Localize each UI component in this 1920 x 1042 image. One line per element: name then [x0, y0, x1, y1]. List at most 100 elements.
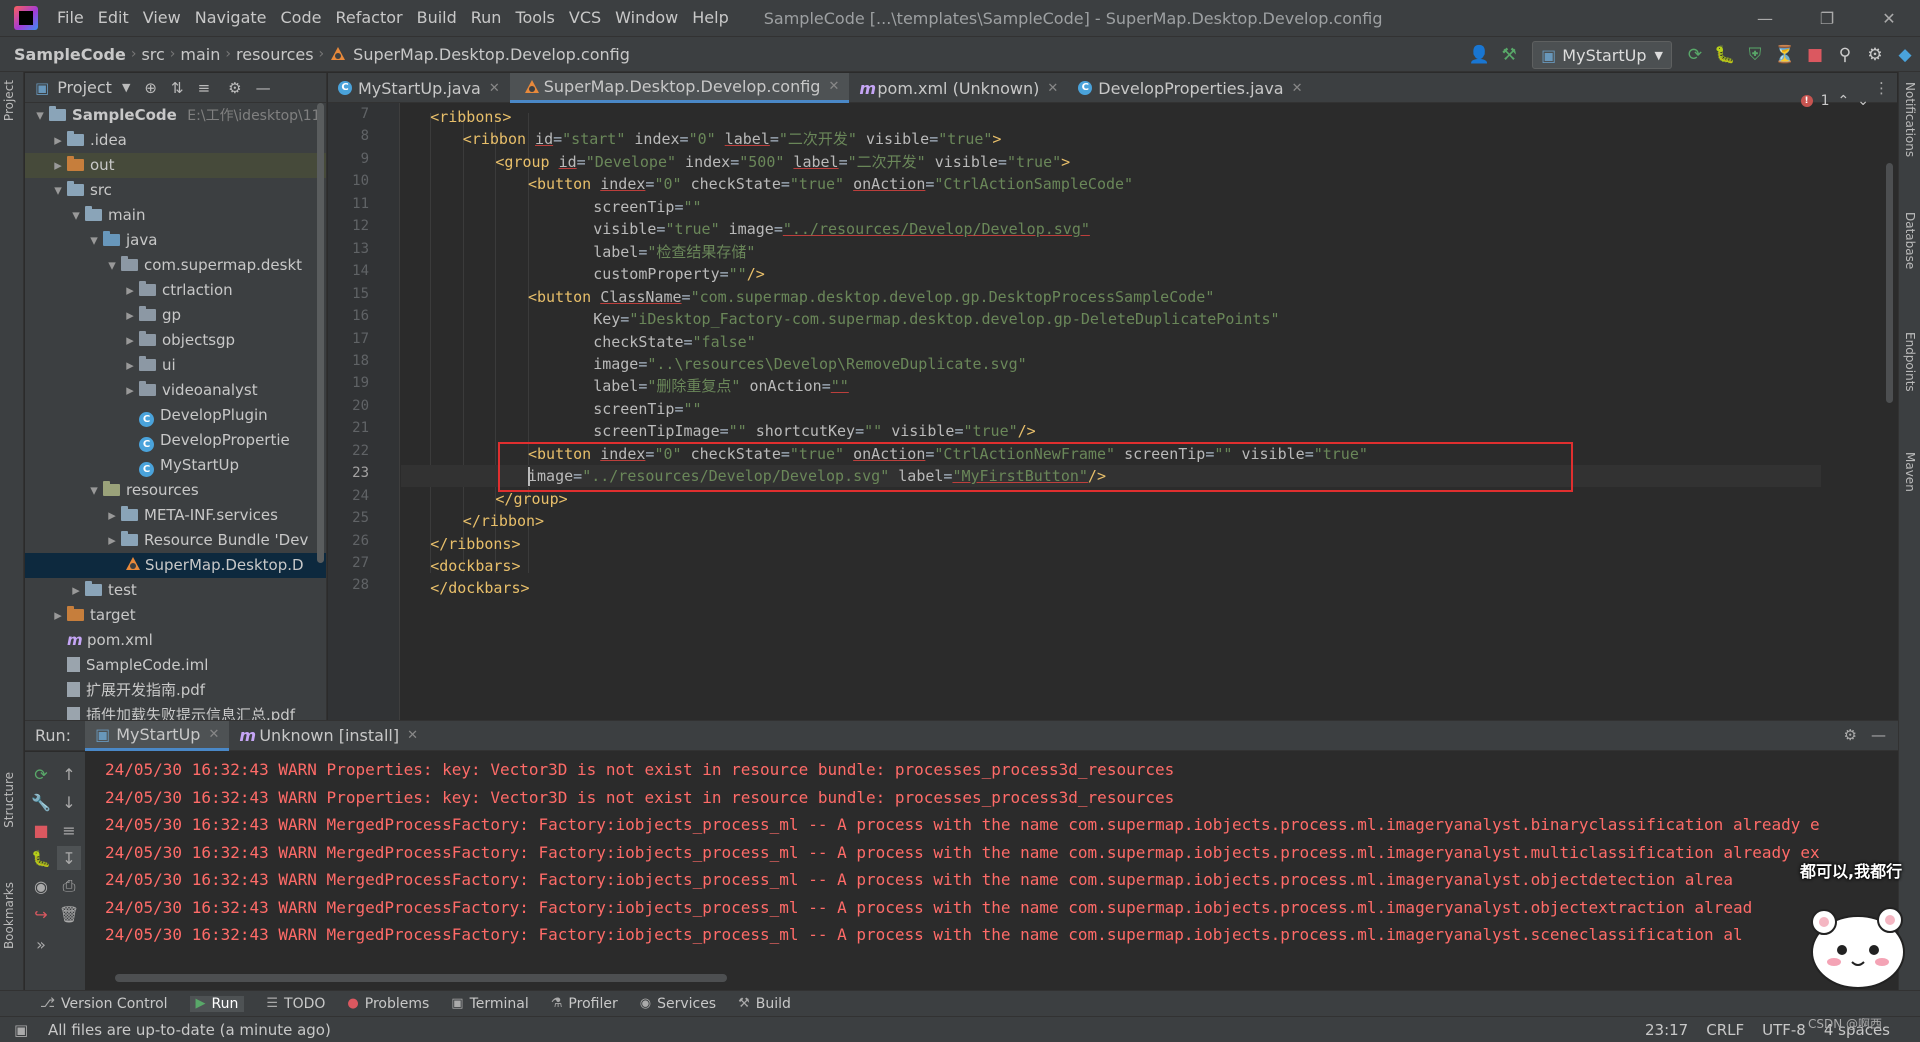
tree-item[interactable]: ▾ com.supermap.deskt — [25, 253, 326, 278]
side-tab-maven[interactable]: Maven — [1903, 452, 1917, 492]
chevron-right-icon[interactable]: ▸ — [121, 278, 139, 303]
tree-item[interactable]: m pom.xml — [25, 628, 326, 653]
chevron-right-icon[interactable]: ▸ — [103, 503, 121, 528]
side-tab-endpoints[interactable]: Endpoints — [1903, 332, 1917, 392]
tree-item[interactable]: C MyStartUp — [25, 453, 326, 478]
editor-tab[interactable]: C MyStartUp.java ✕ — [328, 73, 510, 103]
close-tab-icon[interactable]: ✕ — [828, 79, 839, 94]
run-config-select[interactable]: ▣ MyStartUp ▼ — [1532, 41, 1672, 69]
locate-icon[interactable]: ⊕ — [144, 79, 157, 97]
menu-help[interactable]: Help — [685, 0, 735, 36]
stop-icon[interactable]: ■ — [29, 818, 53, 842]
chevron-down-icon[interactable]: ▼ — [122, 81, 130, 94]
breadcrumb-item[interactable]: src — [138, 45, 167, 64]
close-tab-icon[interactable]: ✕ — [208, 727, 219, 742]
stop-icon[interactable]: ■ — [1800, 40, 1830, 70]
chevron-down-icon[interactable]: ▾ — [85, 478, 103, 503]
menu-run[interactable]: Run — [464, 0, 509, 36]
tree-item[interactable]: ▸ Resource Bundle 'Dev — [25, 528, 326, 553]
user-icon[interactable]: 👤 — [1464, 40, 1494, 70]
bottom-tab-profiler[interactable]: ⚗ Profiler — [551, 996, 618, 1012]
hide-icon[interactable]: — — [1871, 726, 1886, 744]
tree-item[interactable]: 插件加载失败提示信息汇总.pdf — [25, 703, 326, 720]
tree-item[interactable]: ▸ out — [25, 153, 326, 178]
more-tabs-icon[interactable]: ⋮ — [1874, 79, 1889, 97]
tree-item[interactable]: ▸ gp — [25, 303, 326, 328]
menu-view[interactable]: View — [136, 0, 188, 36]
menu-refactor[interactable]: Refactor — [328, 0, 409, 36]
code-editor[interactable]: <ribbons> <ribbon id="start" index="0" la… — [401, 103, 1821, 720]
caret-position[interactable]: 23:17 — [1645, 1021, 1688, 1039]
chevron-right-icon[interactable]: ▸ — [121, 378, 139, 403]
bottom-tab-services[interactable]: ◉ Services — [640, 996, 716, 1012]
tree-item[interactable]: ▾ java — [25, 228, 326, 253]
tree-item[interactable]: ▾ src — [25, 178, 326, 203]
breadcrumb-item[interactable]: SampleCode — [0, 45, 129, 64]
tree-scrollbar[interactable] — [317, 103, 324, 563]
side-tab-structure[interactable]: Structure — [2, 772, 16, 828]
chevron-down-icon[interactable]: ▾ — [67, 203, 85, 228]
collapse-all-icon[interactable]: ≡ — [198, 79, 211, 97]
tree-item[interactable]: ▸ objectsgp — [25, 328, 326, 353]
tree-item[interactable]: ▸ target — [25, 603, 326, 628]
trash-icon[interactable]: 🗑 — [57, 902, 81, 926]
tree-item[interactable]: C DevelopPropertie — [25, 428, 326, 453]
close-icon[interactable]: ✕ — [1858, 0, 1920, 36]
tree-item[interactable]: SampleCode.iml — [25, 653, 326, 678]
tree-item[interactable]: 扩展开发指南.pdf — [25, 678, 326, 703]
run-tab[interactable]: ▣ MyStartUp ✕ — [85, 720, 230, 751]
chevron-right-icon[interactable]: ▸ — [67, 578, 85, 603]
tree-item[interactable]: ▸ ctrlaction — [25, 278, 326, 303]
side-tab-bookmarks[interactable]: Bookmarks — [2, 882, 16, 949]
menu-vcs[interactable]: VCS — [562, 0, 608, 36]
chevron-down-icon[interactable]: ▾ — [49, 178, 67, 203]
expand-all-icon[interactable]: ⇅ — [171, 79, 184, 97]
chevron-down-icon[interactable]: ▾ — [103, 253, 121, 278]
side-tab-notifications[interactable]: Notifications — [1903, 82, 1917, 157]
menu-code[interactable]: Code — [274, 0, 329, 36]
minimize-icon[interactable]: — — [1734, 0, 1796, 36]
status-layout-icon[interactable]: ▣ — [14, 1021, 28, 1039]
side-tab-project[interactable]: Project — [2, 80, 16, 121]
rerun-icon[interactable]: ⟳ — [29, 762, 53, 786]
tree-item[interactable]: ▸ .idea — [25, 128, 326, 153]
tree-item[interactable]: SuperMap.Desktop.D — [25, 553, 326, 578]
breadcrumb-item[interactable]: main — [177, 45, 223, 64]
tree-item[interactable]: ▾ SampleCode E:\工作\idesktop\11i — [25, 103, 326, 128]
plugin-logo-icon[interactable]: ◆ — [1890, 40, 1920, 70]
wrench-icon[interactable]: 🔧 — [29, 790, 53, 814]
menu-tools[interactable]: Tools — [508, 0, 561, 36]
chevron-right-icon[interactable]: ▸ — [103, 528, 121, 553]
arrow-up-icon[interactable]: ↑ — [57, 762, 81, 786]
tree-item[interactable]: ▸ test — [25, 578, 326, 603]
chevron-down-icon[interactable]: ⌄ — [1857, 93, 1869, 109]
file-encoding[interactable]: UTF-8 — [1762, 1021, 1806, 1039]
console-output[interactable]: 24/05/30 16:32:43 WARN Properties: key: … — [85, 752, 1898, 972]
menu-file[interactable]: File — [50, 0, 91, 36]
chevron-right-icon[interactable]: ▸ — [49, 603, 67, 628]
exit-icon[interactable]: ↪ — [29, 902, 53, 926]
chevron-right-icon[interactable]: ▸ — [121, 303, 139, 328]
bottom-tab-run[interactable]: ▶ Run — [189, 995, 245, 1012]
editor-tab[interactable]: m pom.xml (Unknown) ✕ — [849, 73, 1068, 103]
chevron-right-icon[interactable]: ▸ — [49, 128, 67, 153]
camera-icon[interactable]: ◉ — [29, 874, 53, 898]
coverage-icon[interactable]: ⛨ — [1740, 40, 1770, 70]
breadcrumb-item[interactable]: resources — [233, 45, 317, 64]
error-indicator[interactable]: ! 1 ⌃ ⌄ — [1800, 93, 1869, 109]
debug-icon[interactable]: 🐛 — [29, 846, 53, 870]
editor-tab[interactable]: C DevelopProperties.java ✕ — [1068, 73, 1312, 103]
line-separator[interactable]: CRLF — [1706, 1021, 1744, 1039]
bottom-tab-todo[interactable]: ☰ TODO — [266, 996, 325, 1012]
gear-icon[interactable]: ⚙ — [1860, 40, 1890, 70]
menu-window[interactable]: Window — [608, 0, 685, 36]
chevron-right-icon[interactable]: ▸ — [121, 328, 139, 353]
chevron-right-icon[interactable]: ▸ — [49, 153, 67, 178]
bottom-tab-version-control[interactable]: ⎇ Version Control — [40, 996, 168, 1012]
side-tab-database[interactable]: Database — [1903, 212, 1917, 269]
soft-wrap-icon[interactable]: ≡ — [57, 818, 81, 842]
close-tab-icon[interactable]: ✕ — [407, 728, 418, 743]
bottom-tab-build[interactable]: ⚒ Build — [738, 996, 791, 1012]
arrow-down-icon[interactable]: ↓ — [57, 790, 81, 814]
tree-item[interactable]: ▸ ui — [25, 353, 326, 378]
